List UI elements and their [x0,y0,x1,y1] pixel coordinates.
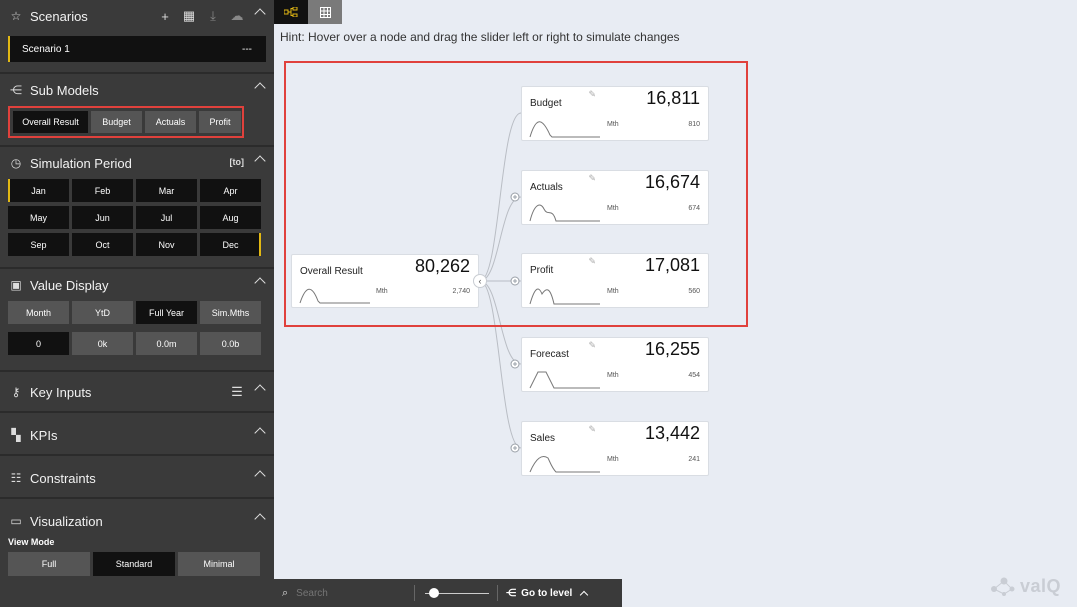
zoom-slider[interactable] [425,587,490,599]
slider-handle[interactable] [429,588,440,598]
node-label: Profit [530,265,554,276]
hierarchy-icon: ⋲ [506,587,517,599]
node-profit[interactable]: ✎ Profit 17,081 Mth 560 [521,253,709,308]
node-subvalue: 241 [688,456,700,463]
node-subvalue: 560 [688,288,700,295]
go-to-level-label: Go to level [521,587,573,599]
chevron-up-icon [580,590,589,599]
node-period: Mth [607,121,619,128]
collapse-children-icon[interactable]: ‹ [473,274,487,288]
node-subvalue: 674 [688,205,700,212]
search-input[interactable] [296,587,407,599]
valq-logo: valQ [990,575,1061,597]
node-label: Budget [530,98,562,109]
edit-icon[interactable]: ✎ [588,256,596,267]
node-forecast[interactable]: ✎ Forecast 16,255 Mth 454 [521,337,709,392]
search-icon: ⌕ [282,586,289,599]
node-subvalue: 454 [688,372,700,379]
node-overall-result[interactable]: Overall Result 80,262 Mth 2,740 [291,254,479,308]
edit-icon[interactable]: ✎ [588,340,596,351]
node-value: 16,255 [644,339,700,359]
sparkline-icon [299,288,370,304]
logo-text: valQ [1020,575,1062,596]
divider [497,585,499,601]
bottom-toolbar: ⌕ ⋲ Go to level [274,579,622,607]
divider [414,585,416,601]
logo-mark-icon [991,577,1015,596]
edit-icon[interactable]: ✎ [588,89,596,100]
sparkline-icon [529,121,600,138]
node-label: Sales [530,433,556,444]
node-actuals[interactable]: ✎ Actuals 16,674 Mth 674 [521,170,709,225]
node-label: Forecast [530,349,569,360]
node-value: 80,262 [414,256,470,276]
node-value: 16,811 [646,88,700,108]
node-value: 17,081 [644,255,700,275]
node-period: Mth [607,372,619,379]
edit-icon[interactable]: ✎ [588,424,596,435]
sparkline-icon [529,288,600,305]
sparkline-icon [529,204,600,222]
sparkline-icon [529,456,600,473]
go-to-level-button[interactable]: ⋲ Go to level [506,587,589,599]
node-value: 16,674 [644,172,700,192]
node-period: Mth [607,288,619,295]
node-period: Mth [376,288,388,295]
node-subvalue: 2,740 [452,288,470,295]
edit-icon[interactable]: ✎ [588,173,596,184]
node-value: 13,442 [644,423,700,443]
node-period: Mth [607,205,619,212]
sparkline-icon [529,371,600,389]
node-subvalue: 810 [688,121,700,128]
node-budget[interactable]: ✎ Budget 16,811 Mth 810 [521,86,709,141]
node-period: Mth [607,456,619,463]
node-label: Overall Result [300,266,363,277]
node-sales[interactable]: ✎ Sales 13,442 Mth 241 [521,421,709,476]
node-label: Actuals [530,182,563,193]
